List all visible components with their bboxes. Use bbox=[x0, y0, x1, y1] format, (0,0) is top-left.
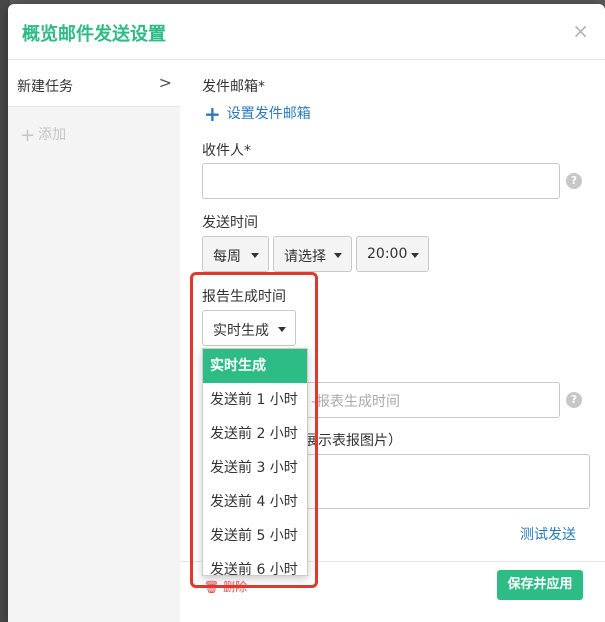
caret-down-icon bbox=[334, 253, 342, 258]
add-task-label: 添加 bbox=[38, 127, 67, 143]
modal-header: 概览邮件发送设置 × bbox=[8, 4, 605, 60]
report-time-value: 实时生成 bbox=[213, 323, 269, 339]
caret-down-icon bbox=[278, 327, 286, 332]
task-sidebar: 新建任务 > + 添加 bbox=[8, 61, 180, 622]
add-task-button[interactable]: + 添加 bbox=[20, 124, 66, 146]
dropdown-option[interactable]: 实时生成 bbox=[203, 349, 307, 383]
dropdown-option[interactable]: 发送前 2 小时 bbox=[203, 417, 307, 451]
time-value: 20:00 bbox=[367, 246, 408, 262]
recipients-label: 收件人* bbox=[202, 143, 251, 159]
sidebar-item-label: 新建任务 bbox=[17, 79, 73, 95]
caret-down-icon bbox=[411, 253, 419, 258]
delete-button[interactable]: 🗑 删除 bbox=[204, 578, 247, 595]
report-time-dropdown: 实时生成 发送前 1 小时 发送前 2 小时 发送前 3 小时 发送前 4 小时… bbox=[202, 348, 308, 576]
modal-title: 概览邮件发送设置 bbox=[22, 24, 166, 45]
caret-down-icon bbox=[251, 253, 259, 258]
day-value: 请选择 bbox=[284, 249, 326, 265]
subject-placeholder: -报表生成时间 bbox=[311, 394, 401, 410]
dropdown-option[interactable]: 发送前 3 小时 bbox=[203, 451, 307, 485]
sidebar-item-new-task[interactable]: 新建任务 > bbox=[8, 61, 180, 107]
dropdown-option[interactable]: 发送前 4 小时 bbox=[203, 485, 307, 519]
chevron-right-icon: > bbox=[158, 73, 172, 92]
time-select[interactable]: 20:00 bbox=[356, 236, 429, 272]
day-select[interactable]: 请选择 bbox=[273, 236, 352, 272]
send-time-label: 发送时间 bbox=[202, 215, 258, 231]
plus-icon: + bbox=[204, 102, 221, 126]
set-sender-label: 设置发件邮箱 bbox=[226, 106, 311, 122]
help-icon[interactable]: ? bbox=[566, 173, 582, 189]
save-apply-button[interactable]: 保存并应用 bbox=[497, 570, 583, 600]
frequency-select[interactable]: 每周 bbox=[202, 236, 269, 272]
set-sender-link[interactable]: + 设置发件邮箱 bbox=[204, 102, 311, 126]
dropdown-option[interactable]: 发送前 5 小时 bbox=[203, 519, 307, 553]
recipients-input[interactable] bbox=[202, 163, 560, 199]
plus-icon: + bbox=[20, 125, 36, 146]
help-icon[interactable]: ? bbox=[566, 392, 582, 408]
frequency-value: 每周 bbox=[213, 249, 241, 265]
report-time-select[interactable]: 实时生成 bbox=[202, 310, 296, 346]
sender-label: 发件邮箱* bbox=[202, 79, 265, 95]
dropdown-option[interactable]: 发送前 6 小时 bbox=[203, 553, 307, 575]
close-icon[interactable]: × bbox=[572, 19, 589, 43]
delete-label: 删除 bbox=[223, 580, 248, 594]
test-send-link[interactable]: 测试发送 bbox=[520, 524, 576, 544]
trash-icon: 🗑 bbox=[204, 580, 220, 594]
dropdown-option[interactable]: 发送前 1 小时 bbox=[203, 383, 307, 417]
report-time-label: 报告生成时间 bbox=[202, 289, 286, 305]
body-label: 展示表报图片） bbox=[304, 433, 402, 449]
